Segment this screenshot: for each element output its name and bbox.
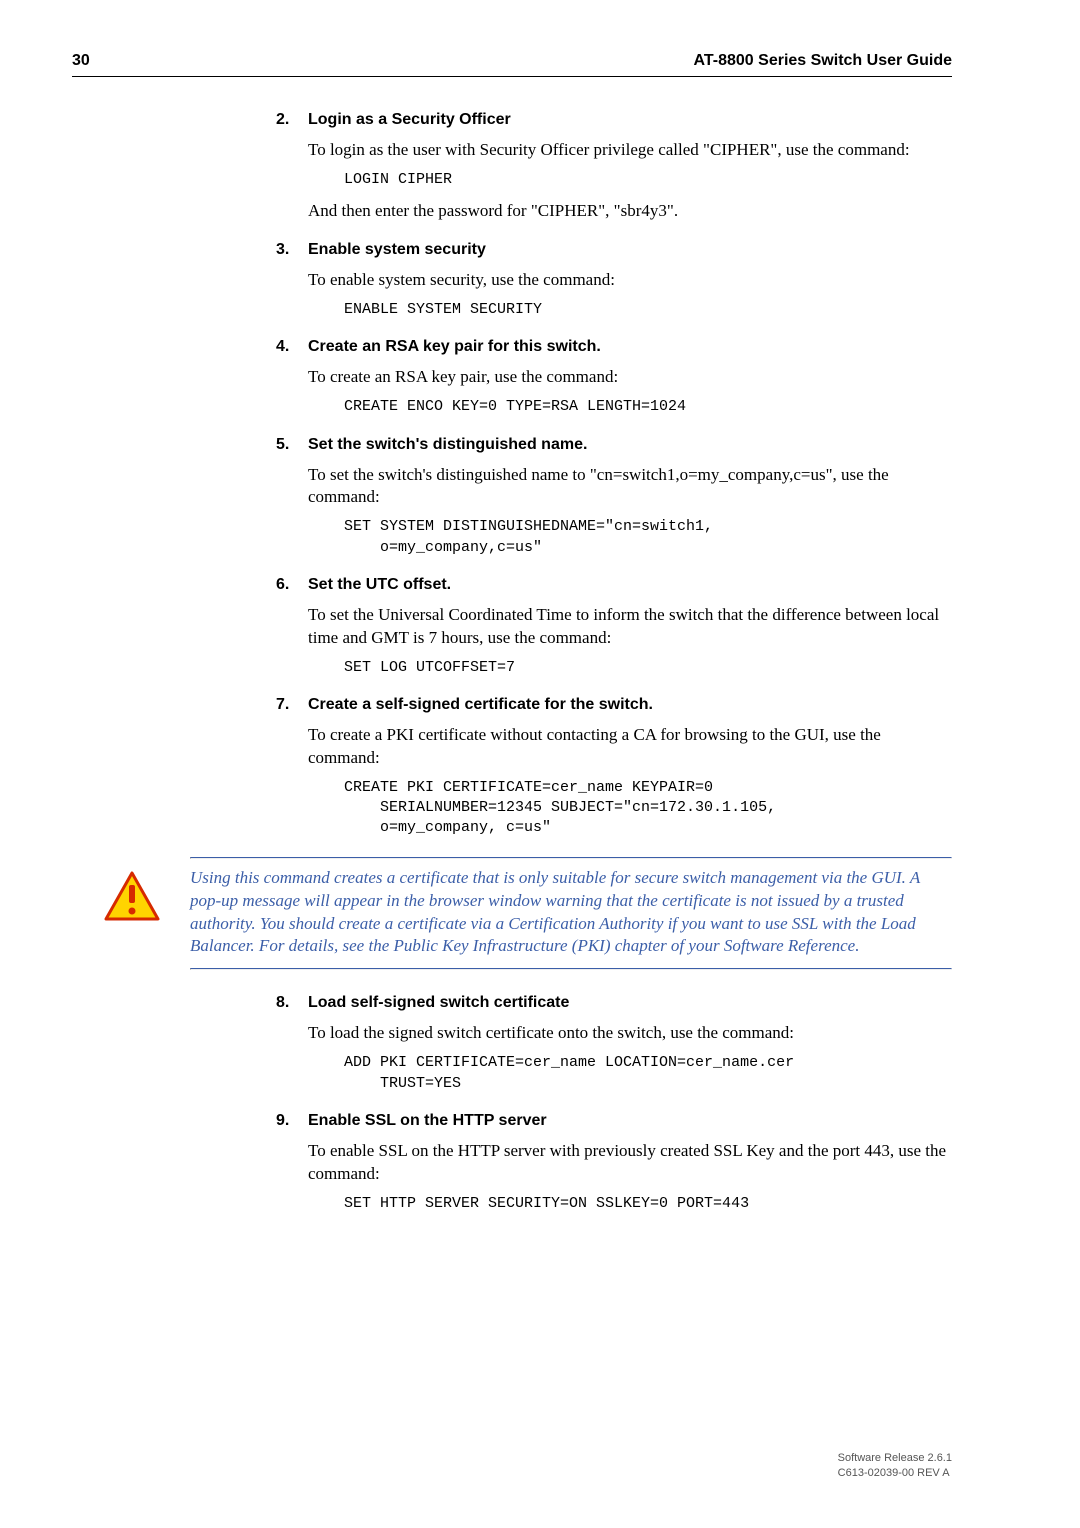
warning-icon-column	[104, 867, 190, 959]
step-3: 3. Enable system security To enable syst…	[276, 241, 952, 320]
footer-docnum: C613-02039-00 REV A	[838, 1466, 952, 1480]
warning-inner: Using this command creates a certificate…	[190, 859, 952, 969]
step-8: 8. Load self-signed switch certificate T…	[276, 994, 952, 1093]
step-title: Set the switch's distinguished name.	[308, 436, 587, 454]
warning-text: Using this command creates a certificate…	[190, 867, 952, 959]
step-number: 3.	[276, 241, 308, 259]
step-heading: 2. Login as a Security Officer	[276, 111, 952, 129]
step-title: Create a self-signed certificate for the…	[308, 696, 653, 714]
code-block: CREATE PKI CERTIFICATE=cer_name KEYPAIR=…	[308, 778, 952, 839]
code-block: SET HTTP SERVER SECURITY=ON SSLKEY=0 POR…	[308, 1194, 952, 1214]
code-block: SET SYSTEM DISTINGUISHEDNAME="cn=switch1…	[308, 517, 952, 558]
code-block: LOGIN CIPHER	[308, 170, 952, 190]
step-9: 9. Enable SSL on the HTTP server To enab…	[276, 1112, 952, 1214]
step-7: 7. Create a self-signed certificate for …	[276, 696, 952, 839]
step-body: To enable SSL on the HTTP server with pr…	[276, 1140, 952, 1214]
code-block: SET LOG UTCOFFSET=7	[308, 658, 952, 678]
page: 30 AT-8800 Series Switch User Guide 2. L…	[0, 0, 1080, 1272]
step-heading: 6. Set the UTC offset.	[276, 576, 952, 594]
step-title: Enable SSL on the HTTP server	[308, 1112, 547, 1130]
content-area: 2. Login as a Security Officer To login …	[72, 111, 952, 839]
page-header: 30 AT-8800 Series Switch User Guide	[72, 52, 952, 77]
step-title: Load self-signed switch certificate	[308, 994, 569, 1012]
step-paragraph: To enable SSL on the HTTP server with pr…	[308, 1140, 952, 1186]
step-heading: 8. Load self-signed switch certificate	[276, 994, 952, 1012]
step-paragraph: To load the signed switch certificate on…	[308, 1022, 952, 1045]
step-number: 6.	[276, 576, 308, 594]
step-paragraph: To enable system security, use the comma…	[308, 269, 952, 292]
warning-callout: Using this command creates a certificate…	[72, 857, 952, 971]
step-heading: 4. Create an RSA key pair for this switc…	[276, 338, 952, 356]
document-title: AT-8800 Series Switch User Guide	[694, 52, 952, 70]
content-area-2: 8. Load self-signed switch certificate T…	[72, 994, 952, 1214]
step-number: 2.	[276, 111, 308, 129]
step-paragraph: To login as the user with Security Offic…	[308, 139, 952, 162]
step-number: 9.	[276, 1112, 308, 1130]
step-paragraph: To create a PKI certificate without cont…	[308, 724, 952, 770]
step-title: Set the UTC offset.	[308, 576, 451, 594]
step-number: 8.	[276, 994, 308, 1012]
step-body: To load the signed switch certificate on…	[276, 1022, 952, 1093]
step-5: 5. Set the switch's distinguished name. …	[276, 436, 952, 558]
step-body: To set the Universal Coordinated Time to…	[276, 604, 952, 678]
step-paragraph: To create an RSA key pair, use the comma…	[308, 366, 952, 389]
code-block: CREATE ENCO KEY=0 TYPE=RSA LENGTH=1024	[308, 397, 952, 417]
code-block: ADD PKI CERTIFICATE=cer_name LOCATION=ce…	[308, 1053, 952, 1094]
step-body: To login as the user with Security Offic…	[276, 139, 952, 223]
footer-release: Software Release 2.6.1	[838, 1451, 952, 1465]
step-heading: 7. Create a self-signed certificate for …	[276, 696, 952, 714]
step-number: 5.	[276, 436, 308, 454]
step-heading: 5. Set the switch's distinguished name.	[276, 436, 952, 454]
warning-rule-bottom	[190, 968, 952, 970]
warning-triangle-icon	[104, 871, 160, 921]
step-4: 4. Create an RSA key pair for this switc…	[276, 338, 952, 417]
step-title: Login as a Security Officer	[308, 111, 511, 129]
step-number: 7.	[276, 696, 308, 714]
step-title: Create an RSA key pair for this switch.	[308, 338, 601, 356]
step-body: To set the switch's distinguished name t…	[276, 464, 952, 558]
page-footer: Software Release 2.6.1 C613-02039-00 REV…	[838, 1451, 952, 1480]
step-6: 6. Set the UTC offset. To set the Univer…	[276, 576, 952, 678]
step-body: To enable system security, use the comma…	[276, 269, 952, 320]
step-heading: 9. Enable SSL on the HTTP server	[276, 1112, 952, 1130]
step-heading: 3. Enable system security	[276, 241, 952, 259]
code-block: ENABLE SYSTEM SECURITY	[308, 300, 952, 320]
step-body: To create a PKI certificate without cont…	[276, 724, 952, 839]
step-number: 4.	[276, 338, 308, 356]
step-paragraph: And then enter the password for "CIPHER"…	[308, 200, 952, 223]
step-body: To create an RSA key pair, use the comma…	[276, 366, 952, 417]
step-2: 2. Login as a Security Officer To login …	[276, 111, 952, 223]
step-title: Enable system security	[308, 241, 486, 259]
page-number: 30	[72, 52, 90, 70]
step-paragraph: To set the Universal Coordinated Time to…	[308, 604, 952, 650]
step-paragraph: To set the switch's distinguished name t…	[308, 464, 952, 510]
